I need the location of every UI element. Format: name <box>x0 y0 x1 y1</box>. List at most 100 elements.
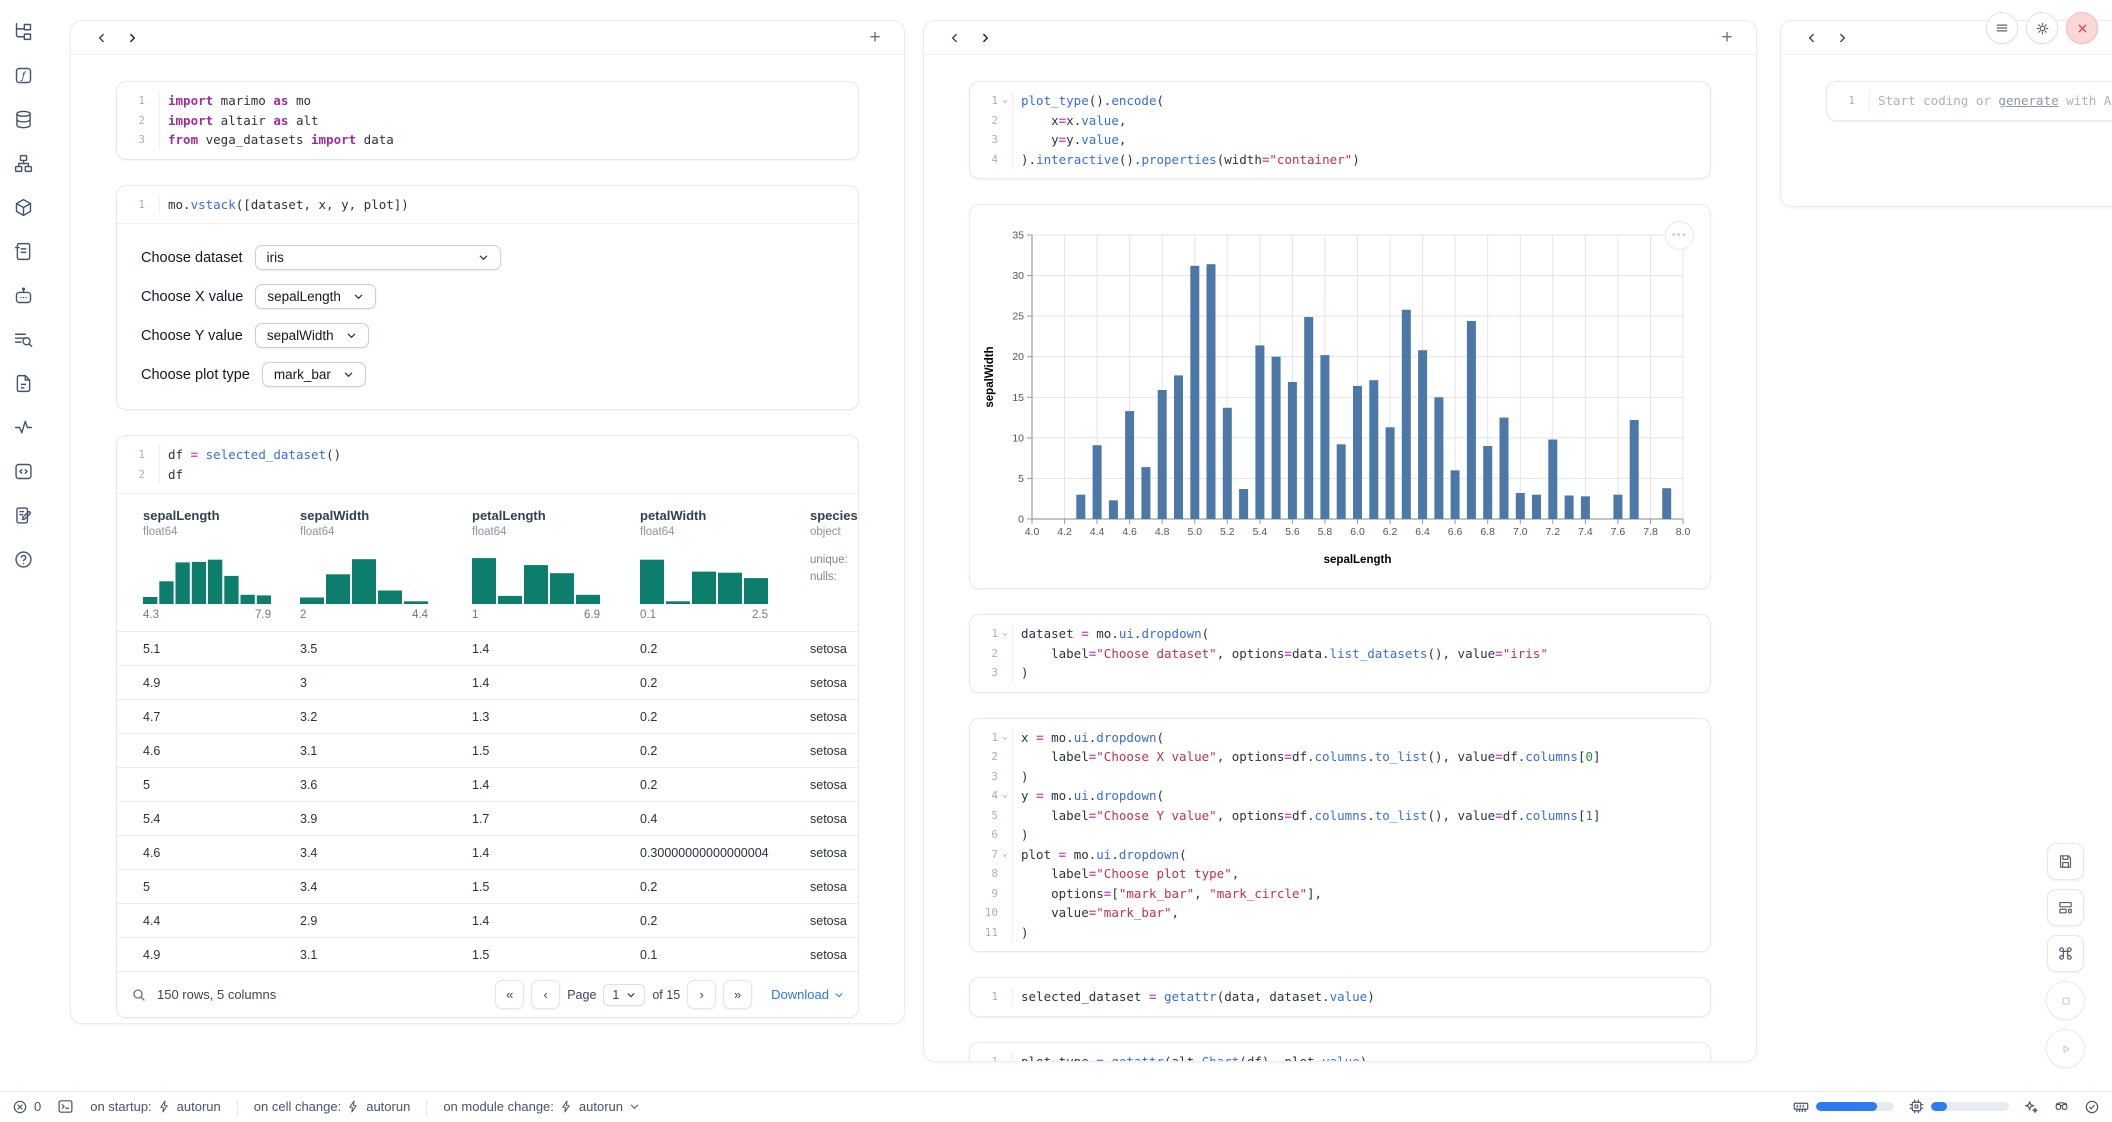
column-header[interactable]: sepalWidthfloat6424.4 <box>300 508 472 621</box>
ai-assistant-button[interactable] <box>2023 1099 2039 1115</box>
terminal-button[interactable] <box>57 1098 74 1115</box>
code-line[interactable]: 2 label="Choose dataset", options=data.l… <box>970 644 1710 664</box>
menu-button[interactable] <box>1986 12 2018 44</box>
code-line[interactable]: 11) <box>970 923 1710 943</box>
error-count-badge[interactable]: 0 <box>12 1099 41 1115</box>
snippets-icon[interactable] <box>8 456 38 486</box>
code-line[interactable]: 1import marimo as mo <box>117 91 858 111</box>
cpu-usage[interactable] <box>1908 1098 2009 1115</box>
column-header[interactable]: sepalLengthfloat644.37.9 <box>117 508 300 621</box>
expand-right-icon[interactable] <box>1827 26 1857 50</box>
code-line[interactable]: 2df <box>117 465 858 485</box>
code-editor[interactable]: 1plot_type = getattr(alt.Chart(df), plot… <box>970 1043 1710 1063</box>
code-editor[interactable]: 1selected_dataset = getattr(data, datase… <box>970 978 1710 1016</box>
code-line[interactable]: 3) <box>970 663 1710 683</box>
code-line[interactable]: 8 label="Choose plot type", <box>970 864 1710 884</box>
code-editor[interactable]: 1import marimo as mo2import altair as al… <box>117 82 858 159</box>
code-editor[interactable]: 1df = selected_dataset()2df <box>117 436 858 493</box>
keyboard-shortcuts-button[interactable] <box>2047 935 2084 972</box>
code-line[interactable]: 1df = selected_dataset() <box>117 445 858 465</box>
code-line[interactable]: 4).interactive().properties(width="conta… <box>970 150 1710 170</box>
copilot-button[interactable] <box>2053 1098 2070 1115</box>
code-line[interactable]: 1selected_dataset = getattr(data, datase… <box>970 987 1710 1007</box>
table-row[interactable]: 4.63.11.50.2setosa <box>117 733 858 767</box>
fold-marker[interactable]: ⌄ <box>998 91 1012 111</box>
table-row[interactable]: 4.73.21.30.2setosa <box>117 699 858 733</box>
code-line[interactable]: 1⌄dataset = mo.ui.dropdown( <box>970 624 1710 644</box>
fold-marker[interactable]: ⌄ <box>998 624 1012 644</box>
code-line[interactable]: 1plot_type = getattr(alt.Chart(df), plot… <box>970 1052 1710 1063</box>
fold-marker[interactable]: ⌄ <box>998 786 1012 806</box>
download-button[interactable]: Download <box>771 987 844 1002</box>
shutdown-button[interactable] <box>2066 12 2098 44</box>
expand-left-icon[interactable] <box>117 26 147 50</box>
table-row[interactable]: 4.93.11.50.1setosa <box>117 937 858 971</box>
stop-button[interactable] <box>2046 981 2085 1020</box>
chat-bot-icon[interactable] <box>8 280 38 310</box>
code-line[interactable]: 6) <box>970 825 1710 845</box>
memory-usage[interactable] <box>1792 1098 1894 1116</box>
run-button[interactable] <box>2046 1029 2085 1068</box>
code-line[interactable]: 9 options=["mark_bar", "mark_circle"], <box>970 884 1710 904</box>
table-row[interactable]: 53.61.40.2setosa <box>117 767 858 801</box>
code-line[interactable]: 1mo.vstack([dataset, x, y, plot]) <box>117 195 858 215</box>
code-line[interactable]: 10 value="mark_bar", <box>970 903 1710 923</box>
package-icon[interactable] <box>8 192 38 222</box>
table-row[interactable]: 53.41.50.2setosa <box>117 869 858 903</box>
scratchpad-icon[interactable] <box>8 500 38 530</box>
code-editor[interactable]: 1⌄x = mo.ui.dropdown(2 label="Choose X v… <box>970 719 1710 952</box>
code-line[interactable]: 3from vega_datasets import data <box>117 130 858 150</box>
prev-page-button[interactable]: ‹ <box>531 980 560 1009</box>
chart-menu-button[interactable]: ••• <box>1665 221 1694 250</box>
table-row[interactable]: 5.13.51.40.2setosa <box>117 631 858 665</box>
code-line[interactable]: 1⌄x = mo.ui.dropdown( <box>970 728 1710 748</box>
table-row[interactable]: 5.43.91.70.4setosa <box>117 801 858 835</box>
table-row[interactable]: 4.42.91.40.2setosa <box>117 903 858 937</box>
plot-type-select[interactable]: mark_bar <box>262 362 366 387</box>
collapse-middle-icon[interactable] <box>940 26 970 50</box>
next-page-button[interactable]: › <box>687 980 716 1009</box>
search-icon[interactable] <box>131 987 147 1003</box>
last-page-button[interactable]: » <box>723 980 752 1009</box>
code-line[interactable]: 3 y=y.value, <box>970 130 1710 150</box>
code-editor[interactable]: 1Start coding or generate with AI <box>1827 82 2112 120</box>
code-line[interactable]: 1Start coding or generate with AI <box>1827 91 2112 111</box>
database-icon[interactable] <box>8 104 38 134</box>
fold-marker[interactable]: ⌄ <box>998 845 1012 865</box>
table-row[interactable]: 4.63.41.40.30000000000000004setosa <box>117 835 858 869</box>
code-editor[interactable]: 1⌄plot_type().encode(2 x=x.value,3 y=y.v… <box>970 82 1710 178</box>
fold-marker[interactable]: ⌄ <box>998 728 1012 748</box>
first-page-button[interactable]: « <box>495 980 524 1009</box>
collapse-left-icon[interactable] <box>87 26 117 50</box>
column-header[interactable]: petalWidthfloat640.12.5 <box>640 508 810 621</box>
add-cell-button[interactable]: + <box>862 26 888 50</box>
expand-middle-icon[interactable] <box>970 26 1000 50</box>
code-line[interactable]: 1⌄plot_type().encode( <box>970 91 1710 111</box>
altair-bar-chart[interactable]: 4.04.24.44.64.85.05.25.45.65.86.06.26.46… <box>980 219 1702 571</box>
column-header[interactable]: petalLengthfloat6416.9 <box>472 508 640 621</box>
tracing-icon[interactable] <box>8 412 38 442</box>
file-tree-icon[interactable] <box>8 16 38 46</box>
on-cell-change-config[interactable]: on cell change: autorun <box>254 1099 411 1114</box>
code-line[interactable]: 2 x=x.value, <box>970 111 1710 131</box>
code-editor[interactable]: 1mo.vstack([dataset, x, y, plot]) <box>117 186 858 224</box>
code-line[interactable]: 5 label="Choose Y value", options=df.col… <box>970 806 1710 826</box>
add-cell-button[interactable]: + <box>1714 26 1740 50</box>
on-module-change-config[interactable]: on module change: autorun <box>443 1099 640 1114</box>
column-header[interactable]: speciesobjectunique:nulls: <box>810 508 858 621</box>
help-icon[interactable] <box>8 544 38 574</box>
documentation-icon[interactable] <box>8 368 38 398</box>
code-line[interactable]: 3) <box>970 767 1710 787</box>
layout-button[interactable] <box>2047 889 2084 926</box>
code-editor[interactable]: 1⌄dataset = mo.ui.dropdown(2 label="Choo… <box>970 615 1710 692</box>
table-row[interactable]: 4.931.40.2setosa <box>117 665 858 699</box>
code-line[interactable]: 2 label="Choose X value", options=df.col… <box>970 747 1710 767</box>
connection-status-button[interactable] <box>2084 1099 2100 1115</box>
code-line[interactable]: 4⌄y = mo.ui.dropdown( <box>970 786 1710 806</box>
x-value-select[interactable]: sepalLength <box>255 284 376 309</box>
settings-button[interactable] <box>2026 12 2058 44</box>
dataset-select[interactable]: iris <box>255 245 501 270</box>
code-line[interactable]: 2import altair as alt <box>117 111 858 131</box>
on-startup-config[interactable]: on startup: autorun <box>90 1099 221 1114</box>
collapse-right-icon[interactable] <box>1797 26 1827 50</box>
